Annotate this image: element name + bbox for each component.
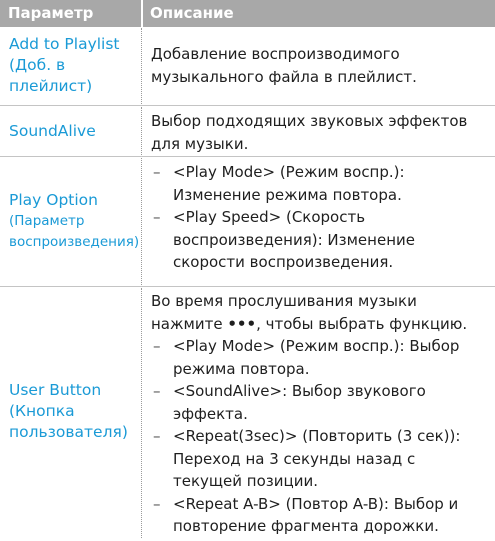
desc-user-button: Во время прослушивания музыки нажмите ••…	[151, 290, 489, 538]
column-divider	[141, 288, 142, 538]
more-options-icon: •••	[227, 314, 257, 333]
header-parameter: Параметр	[0, 0, 141, 27]
column-divider	[141, 107, 142, 155]
param-line: User Button	[9, 381, 102, 399]
param-line: SoundAlive	[9, 122, 96, 140]
column-divider	[141, 28, 142, 104]
header-description: Описание	[143, 0, 495, 27]
item-text: <Play Mode> (Режим воспр.): Выбор режима…	[173, 337, 460, 378]
row-divider	[0, 156, 495, 157]
param-line: Play Option	[9, 191, 98, 209]
list-item: – <Repeat(3sec)> (Повторить (3 сек)): Пер…	[151, 425, 489, 493]
list-item: – <SoundAlive>: Выбор звукового эффекта.	[151, 380, 489, 425]
dash-marker: –	[153, 337, 161, 355]
desc-soundalive: Выбор подходящих звуковых эффектов для м…	[151, 110, 489, 155]
dash-marker: –	[153, 494, 161, 513]
desc-text: Выбор подходящих звуковых эффектов для м…	[151, 112, 468, 153]
desc-text: Добавление воспроизводимого музыкального…	[151, 45, 417, 86]
param-subline: воспроизведения)	[9, 234, 140, 250]
dash-marker: –	[153, 427, 161, 445]
list-item: – <Play Speed> (Скорость воспроизведения)…	[151, 206, 489, 274]
item-text: <Play Mode> (Режим воспр.): Изменение ре…	[173, 163, 405, 204]
intro-text: , чтобы выбрать функцию.	[256, 314, 468, 333]
param-add-to-playlist: Add to Playlist (Доб. в плейлист)	[9, 34, 137, 97]
item-text: <Repeat A-B> (Повтор A-B): Выбор и повто…	[173, 494, 459, 536]
param-soundalive: SoundAlive	[9, 121, 137, 142]
param-line: Add to Playlist	[9, 35, 120, 53]
dash-marker: –	[153, 382, 161, 400]
item-text: <SoundAlive>: Выбор звукового эффекта.	[173, 382, 426, 423]
dash-marker: –	[153, 163, 161, 181]
param-line: (Кнопка	[9, 402, 75, 420]
list-item: – <Play Mode> (Режим воспр.): Изменение р…	[151, 161, 489, 206]
desc-add-to-playlist: Добавление воспроизводимого музыкального…	[151, 43, 489, 88]
row-divider	[0, 286, 495, 287]
param-line: плейлист)	[9, 77, 93, 95]
item-text: <Repeat(3sec)> (Повторить (3 сек)): Пере…	[173, 427, 461, 490]
list-item: – <Repeat A-B> (Повтор A-B): Выбор и повт…	[151, 493, 489, 538]
list-item: – <Play Mode> (Режим воспр.): Выбор режим…	[151, 335, 489, 380]
param-line: (Доб. в	[9, 56, 66, 74]
param-line: пользователя)	[9, 423, 128, 441]
dash-marker: –	[153, 208, 161, 226]
row-divider	[0, 105, 495, 106]
param-subline: (Параметр	[9, 213, 85, 229]
column-divider	[141, 158, 142, 285]
item-text: <Play Speed> (Скорость воспроизведения):…	[173, 208, 415, 271]
desc-intro: Во время прослушивания музыки нажмите ••…	[151, 290, 489, 335]
desc-play-option: – <Play Mode> (Режим воспр.): Изменение р…	[151, 161, 489, 274]
param-user-button: User Button (Кнопка пользователя)	[9, 380, 137, 443]
param-play-option: Play Option (Параметр воспроизведения)	[9, 190, 140, 253]
